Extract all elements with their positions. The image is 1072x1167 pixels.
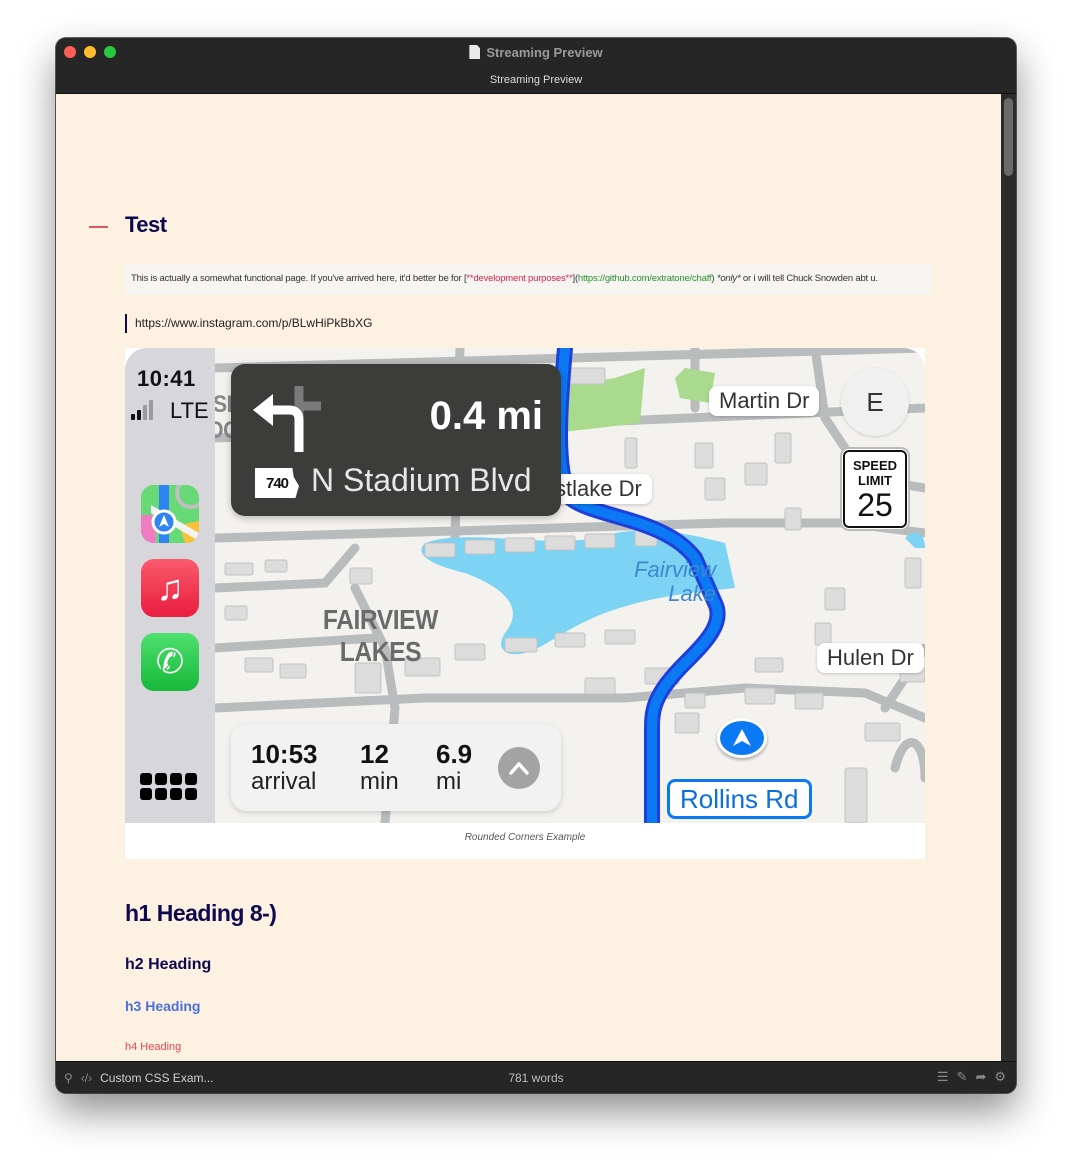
notice-link-text[interactable]: **development purposes** — [466, 273, 572, 284]
route-shield-icon: 740 — [255, 468, 299, 498]
eta-card[interactable]: 10:53 arrival 12 min 6.9 mi — [231, 724, 561, 811]
street-label-martin-dr: Martin Dr — [709, 386, 820, 416]
document-icon — [469, 45, 481, 59]
turn-left-arrow-icon — [253, 386, 321, 452]
heading-h4: h4 Heading — [125, 1041, 182, 1053]
speed-limit-sign: SPEED LIMIT 25 — [842, 449, 908, 529]
heading-h2: h2 Heading — [125, 956, 212, 973]
minimize-window-button[interactable] — [84, 46, 96, 58]
gear-icon[interactable]: ⚙ — [994, 1069, 1006, 1085]
figure-caption: Rounded Corners Example — [464, 832, 586, 843]
music-note-icon: ♫ — [156, 567, 184, 608]
expand-eta-button[interactable] — [498, 747, 540, 789]
blockquote-link[interactable]: https://www.instagram.com/p/BLwHiPkBbXG — [125, 314, 372, 333]
notice-suffix: or i will tell Chuck Snowden abt u. — [740, 273, 878, 284]
lake-label: Fairview Lake — [634, 557, 716, 606]
title-bar: Streaming Preview — [56, 38, 1016, 66]
carplay-dock: 10:41 LTE ♫ ✆ — [125, 348, 215, 823]
app-grid-button[interactable] — [140, 773, 197, 800]
maximize-window-button[interactable] — [104, 46, 116, 58]
maneuver-road-name: N Stadium Blvd — [311, 462, 532, 498]
street-label-westlake-dr: stlake Dr — [545, 474, 652, 504]
notice-code-block: This is actually a somewhat functional p… — [125, 264, 931, 294]
phone-handset-icon: ✆ — [155, 643, 185, 681]
highlighter-icon[interactable]: ✎ — [957, 1069, 968, 1085]
chevron-up-icon — [509, 762, 529, 775]
status-bar: ⚲ ‹/› Custom CSS Exam... 781 words ☰ ✎ ➦… — [56, 1061, 1016, 1093]
carplay-screenshot: FAIRVIEW LAKES Fairview Lake SI OC Marti… — [125, 348, 925, 823]
close-window-button[interactable] — [64, 46, 76, 58]
window-title: Streaming Preview — [486, 44, 603, 60]
window-controls — [64, 46, 116, 58]
area-label-fairview-lakes: FAIRVIEW LAKES — [322, 604, 439, 667]
eta-duration: 12 min — [360, 739, 399, 795]
preview-content: Test This is actually a somewhat functio… — [56, 94, 1001, 1061]
share-icon[interactable]: ➦ — [975, 1069, 986, 1085]
page-title: Test — [125, 212, 167, 237]
compass-heading[interactable]: E — [841, 368, 909, 436]
signal-strength-icon — [131, 400, 153, 420]
navigation-arrow-icon — [717, 718, 767, 758]
eta-distance: 6.9 mi — [436, 739, 473, 795]
heading-h1: h1 Heading 8-) — [125, 900, 277, 926]
maps-app-icon[interactable] — [141, 485, 199, 543]
notice-emphasis: *only* — [716, 273, 741, 284]
eta-arrival: 10:53 arrival — [251, 739, 318, 795]
app-window: Streaming Preview Streaming Preview Test… — [56, 38, 1016, 1093]
preview-header: Streaming Preview — [56, 66, 1016, 94]
music-app-icon[interactable]: ♫ — [141, 559, 199, 617]
maneuver-distance: 0.4 mi — [429, 394, 543, 438]
notice-text: This is actually a somewhat functional p… — [131, 273, 467, 284]
phone-app-icon[interactable]: ✆ — [141, 633, 199, 691]
scrollbar-thumb[interactable] — [1004, 98, 1013, 176]
vertical-scrollbar[interactable] — [1001, 94, 1016, 1061]
maneuver-card: 0.4 mi 740 N Stadium Blvd — [231, 364, 561, 516]
heading-marker — [89, 226, 108, 228]
street-label-hulen-dr: Hulen Dr — [817, 643, 924, 673]
notice-link-url[interactable]: https://github.com/extratone/chaff — [578, 273, 712, 284]
image-figure: FAIRVIEW LAKES Fairview Lake SI OC Marti… — [125, 348, 925, 859]
status-time: 10:41 — [137, 366, 196, 391]
network-type: LTE — [170, 398, 209, 423]
current-road-label: Rollins Rd — [667, 779, 812, 819]
heading-h3: h3 Heading — [125, 998, 201, 1014]
word-count[interactable]: 781 words — [56, 1071, 1016, 1085]
list-icon[interactable]: ☰ — [937, 1069, 949, 1085]
